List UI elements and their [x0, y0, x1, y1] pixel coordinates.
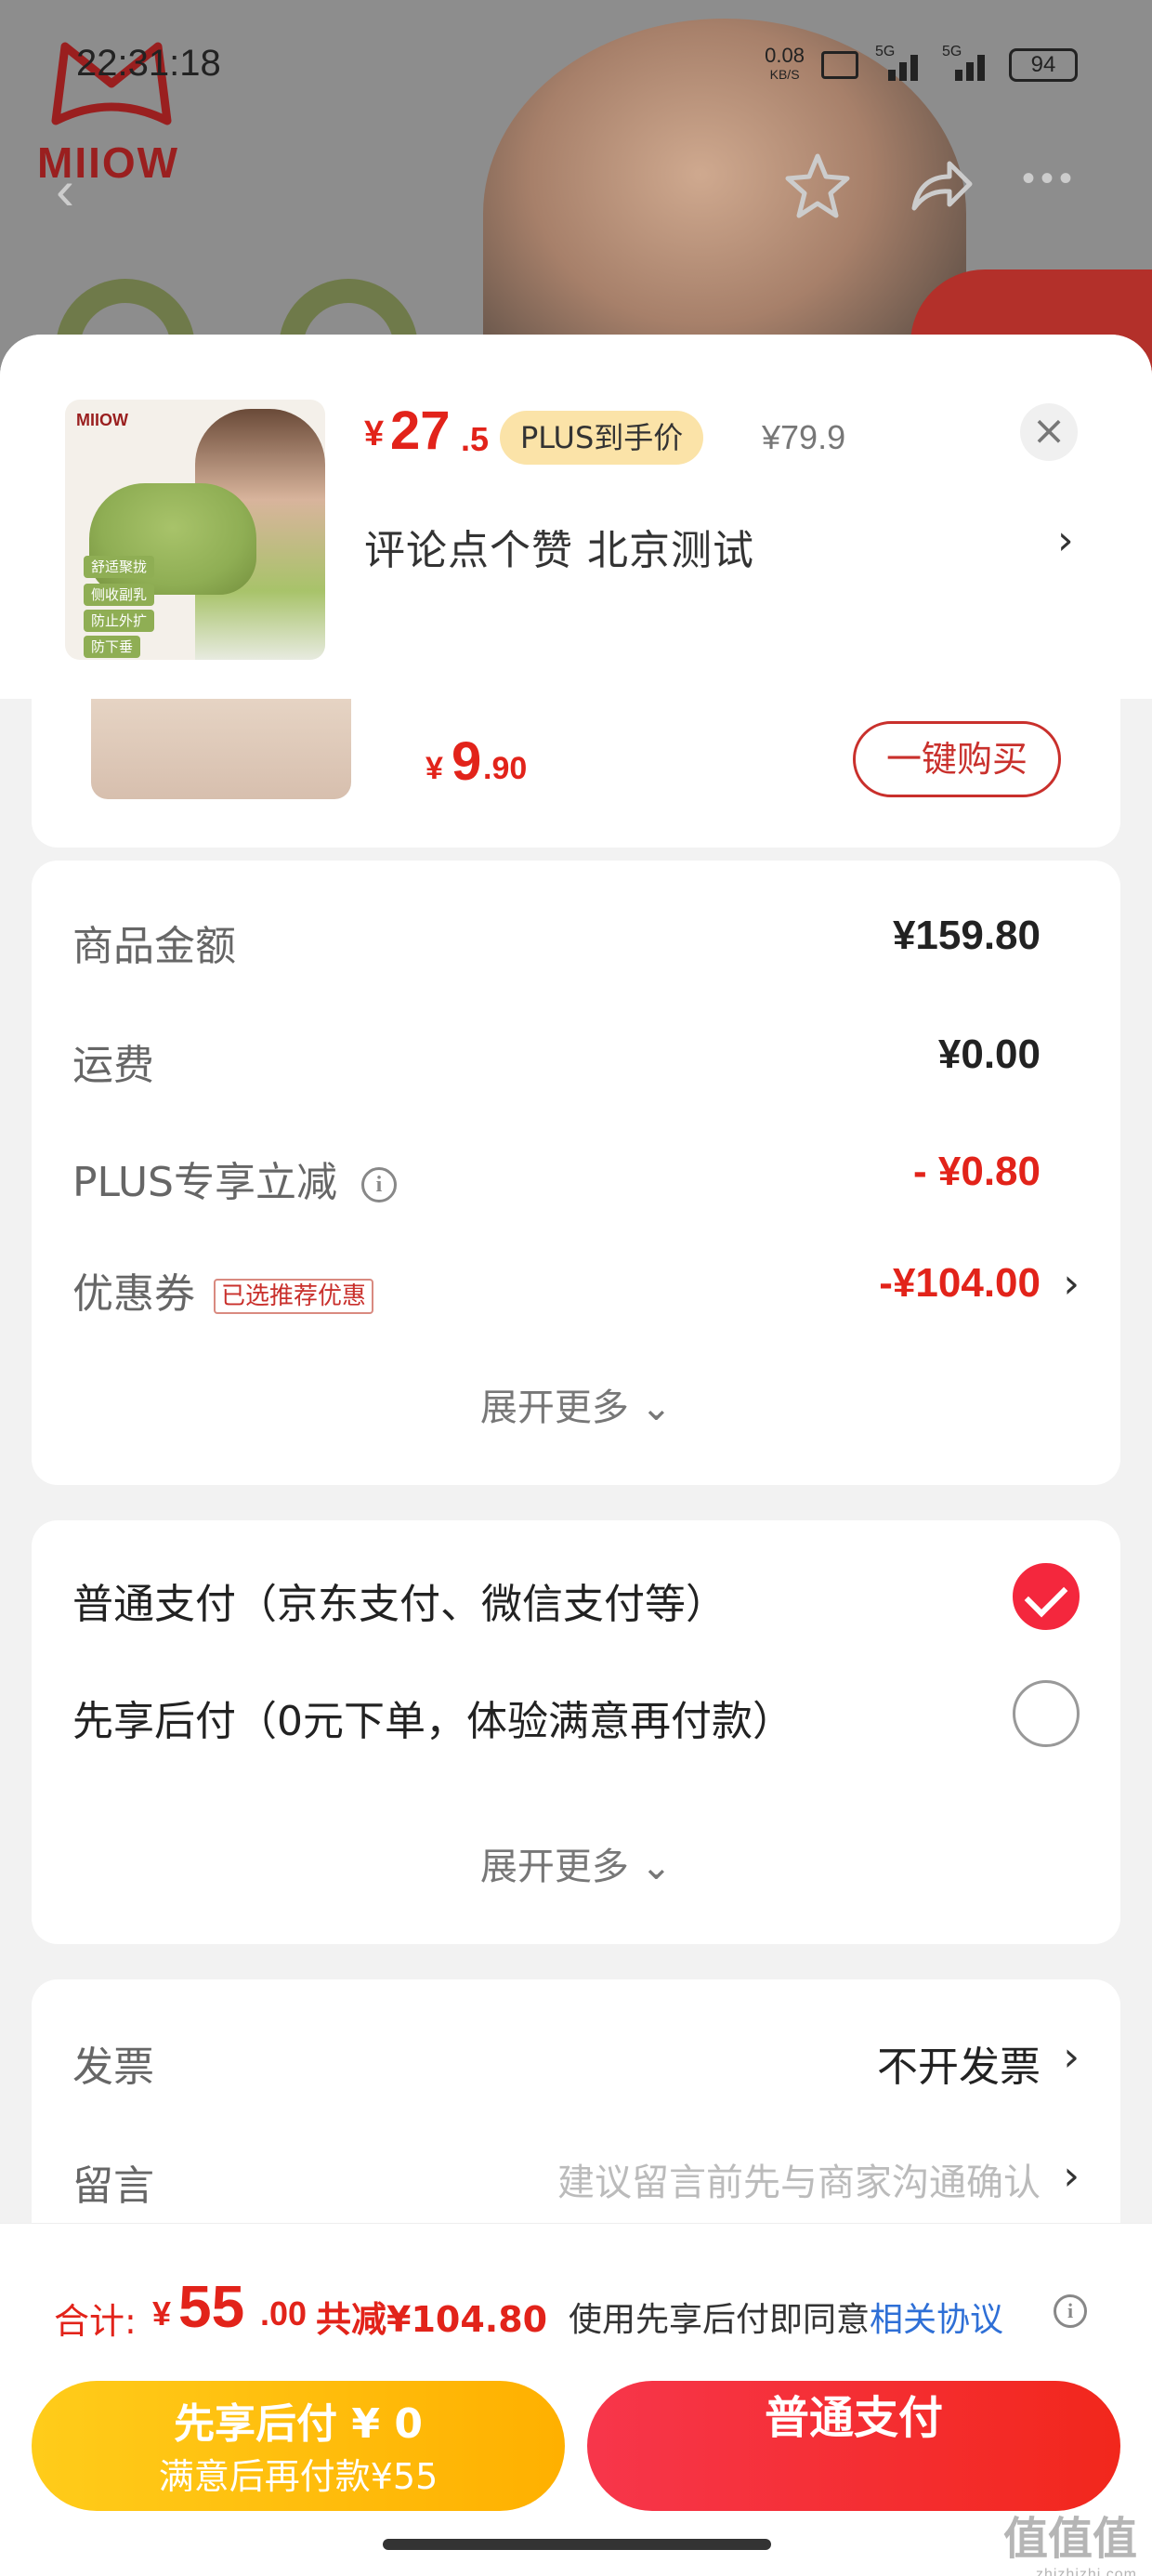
shipping-label: 运费: [72, 1042, 154, 1089]
recommended-price: 9: [452, 731, 482, 792]
watermark: 值值值 zhizhizhi.com: [1002, 2513, 1137, 2576]
thumb-tag: 侧收副乳: [84, 584, 155, 606]
hd-icon: [821, 51, 858, 79]
pay-later-button[interactable]: 先享后付 ¥ 0 满意后再付款¥55: [32, 2381, 565, 2511]
subtotal-label: 商品金额: [72, 923, 236, 970]
sheet-header: MIIOW 舒适聚拢 侧收副乳 防止外扩 防下垂 ¥ 27 .5 PLUS到手价…: [0, 335, 1152, 699]
action-bar: 先享后付 ¥ 0 满意后再付款¥55 普通支付 值值值 zhizhizhi.co…: [0, 2381, 1152, 2576]
pay-later-title: 先享后付 ¥ 0: [174, 2400, 423, 2448]
payment-option-pay-later[interactable]: 先享后付（0元下单，体验满意再付款）: [72, 1680, 1080, 1751]
share-icon[interactable]: [901, 149, 975, 223]
total-amount: 55: [178, 2273, 245, 2340]
recommended-item-image[interactable]: [91, 697, 351, 799]
shipping-value: ¥0.00: [937, 1032, 1041, 1077]
payment-option-label: 先享后付（0元下单，体验满意再付款）: [72, 1698, 793, 1745]
total-decimal: .00: [260, 2294, 308, 2333]
agreement-link[interactable]: 相关协议: [870, 2301, 1003, 2339]
radio-unchecked-icon[interactable]: [1013, 1680, 1080, 1747]
agreement-text: 使用先享后付即同意相关协议: [569, 2301, 1004, 2339]
thumb-tag: 舒适聚拢: [84, 556, 155, 578]
invoice-label: 发票: [72, 2044, 154, 2091]
payment-option-normal[interactable]: 普通支付（京东支付、微信支付等）: [72, 1563, 1080, 1634]
star-favorite-icon[interactable]: [780, 149, 855, 223]
coupon-row[interactable]: 优惠券 已选推荐优惠 -¥104.00 ›: [72, 1260, 1080, 1318]
pay-later-subtitle: 满意后再付款¥55: [158, 2456, 439, 2497]
plus-price-decimal: .5: [461, 420, 490, 458]
chevron-right-icon[interactable]: ›: [1063, 2033, 1080, 2081]
subtotal-value: ¥159.80: [892, 913, 1041, 958]
thumb-tag: 防下垂: [84, 636, 141, 658]
coupon-recommended-tag: 已选推荐优惠: [214, 1279, 374, 1314]
recommended-price-decimal: .90: [483, 751, 528, 786]
network-speed: 0.08 KB/S: [765, 44, 805, 83]
signal-icon: 5G: [875, 44, 925, 81]
coupon-label: 优惠券 已选推荐优惠: [72, 1260, 374, 1320]
chevron-right-icon[interactable]: ›: [1063, 1260, 1080, 1308]
invoice-value: 不开发票: [877, 2044, 1041, 2091]
expand-more-button[interactable]: 展开更多 ⌄: [32, 1377, 1120, 1431]
plus-discount-label: PLUS专享立减 i: [72, 1149, 397, 1208]
subtotal-row: 商品金额 ¥159.80: [72, 913, 1080, 970]
total-saving: 共减¥104.80: [316, 2299, 548, 2340]
invoice-row[interactable]: 发票 不开发票 ›: [72, 2033, 1080, 2091]
recommended-price-currency: ¥: [425, 751, 443, 786]
info-icon[interactable]: i: [361, 1167, 397, 1203]
message-label: 留言: [72, 2162, 154, 2210]
status-bar: 22:31:18 0.08 KB/S 5G 5G 94: [0, 37, 1152, 93]
checkout-sheet: MIIOW 舒适聚拢 侧收副乳 防止外扩 防下垂 ¥ 27 .5 PLUS到手价…: [0, 335, 1152, 2576]
message-row[interactable]: 留言 建议留言前先与商家沟通确认 ›: [72, 2152, 1080, 2210]
product-thumbnail[interactable]: MIIOW 舒适聚拢 侧收副乳 防止外扩 防下垂: [65, 400, 325, 660]
signal-icon: 5G: [942, 44, 992, 81]
total-label: 合计:: [54, 2301, 137, 2342]
selected-spec[interactable]: 评论点个赞 北京测试: [364, 517, 754, 576]
radio-checked-icon[interactable]: [1013, 1563, 1080, 1630]
price-detail-card: 商品金额 ¥159.80 运费 ¥0.00 PLUS专享立减 i - ¥0.80 …: [32, 861, 1120, 1485]
chevron-right-icon[interactable]: ›: [1057, 517, 1074, 564]
expand-more-button[interactable]: 展开更多 ⌄: [32, 1836, 1120, 1890]
product-nav-bar: ‹ •••: [0, 149, 1152, 223]
plus-price: 27: [390, 401, 451, 461]
original-price: ¥79.9: [762, 418, 846, 456]
battery-icon: 94: [1009, 48, 1078, 82]
total-currency: ¥: [152, 2294, 172, 2333]
thumb-tag: 防止外扩: [84, 610, 155, 632]
order-total-bar: 合计: ¥ 55 .00 共减¥104.80 使用先享后付即同意相关协议 i: [0, 2223, 1152, 2381]
plus-discount-value: - ¥0.80: [913, 1149, 1041, 1194]
payment-method-card: 普通支付（京东支付、微信支付等） 先享后付（0元下单，体验满意再付款） 展开更多…: [32, 1520, 1120, 1944]
status-icons: 0.08 KB/S 5G 5G 94: [765, 44, 1078, 84]
coupon-value: -¥104.00: [879, 1260, 1041, 1306]
back-icon[interactable]: ‹: [56, 158, 74, 222]
message-placeholder[interactable]: 建议留言前先与商家沟通确认: [557, 2152, 1041, 2206]
payment-option-label: 普通支付（京东支付、微信支付等）: [72, 1581, 727, 1628]
normal-pay-button[interactable]: 普通支付: [587, 2381, 1120, 2511]
one-click-buy-button[interactable]: 一键购买: [853, 721, 1061, 797]
info-icon[interactable]: i: [1054, 2294, 1087, 2328]
chevron-right-icon[interactable]: ›: [1063, 2152, 1080, 2200]
plus-discount-row: PLUS专享立减 i - ¥0.80: [72, 1149, 1080, 1206]
more-icon[interactable]: •••: [1022, 158, 1078, 200]
price-currency: ¥: [364, 414, 385, 453]
thumb-logo: MIIOW: [76, 411, 128, 429]
thumb-product: [89, 483, 256, 595]
plus-price-badge: PLUS到手价: [500, 411, 704, 465]
home-indicator[interactable]: [383, 2539, 771, 2550]
shipping-row: 运费 ¥0.00: [72, 1032, 1080, 1089]
close-icon[interactable]: ×: [1020, 403, 1078, 461]
status-time: 22:31:18: [76, 43, 221, 84]
